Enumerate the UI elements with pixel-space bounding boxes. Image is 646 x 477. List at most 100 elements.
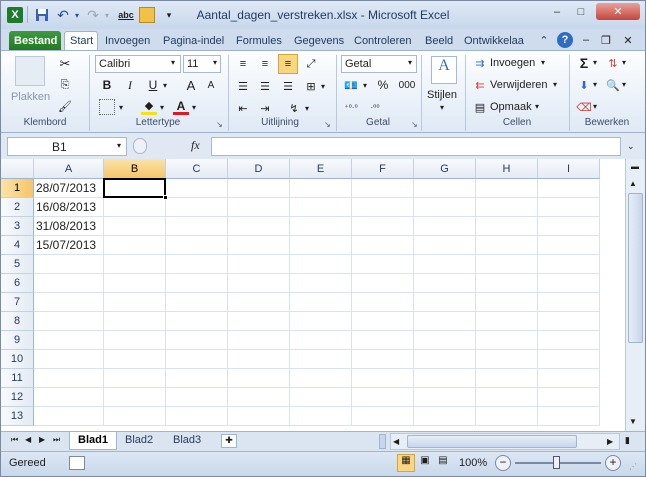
cell-b12[interactable] (104, 388, 166, 407)
cell-a3[interactable]: 31/08/2013 (34, 217, 104, 236)
cell-c12[interactable] (166, 388, 228, 407)
ribbon-collapse-icon[interactable]: ⌃ (536, 32, 552, 48)
tab-ontwikkelaars[interactable]: Ontwikkelaa (459, 31, 529, 50)
workbook-close-icon[interactable]: ✕ (620, 32, 636, 48)
row-header-3[interactable]: 3 (1, 217, 34, 236)
cell-e7[interactable] (290, 293, 352, 312)
cell-f11[interactable] (352, 369, 414, 388)
delete-cells-icon[interactable]: ⇇ (472, 77, 488, 93)
normal-view-icon[interactable]: ▦ (397, 454, 415, 472)
borders-dropdown-icon[interactable]: ▾ (119, 103, 123, 112)
cell-d2[interactable] (228, 198, 290, 217)
tab-beeld[interactable]: Beeld (420, 31, 458, 50)
name-box[interactable]: B1 (7, 137, 127, 156)
cell-f13[interactable] (352, 407, 414, 426)
cell-d4[interactable] (228, 236, 290, 255)
cell-e12[interactable] (290, 388, 352, 407)
borders-icon[interactable] (99, 99, 115, 115)
cell-h3[interactable] (476, 217, 538, 236)
merge-center-icon[interactable]: ⊞ (303, 78, 319, 94)
cell-a1[interactable]: 28/07/2013 (34, 179, 104, 198)
cell-a10[interactable] (34, 350, 104, 369)
zoom-slider-thumb[interactable] (553, 456, 560, 469)
last-sheet-icon[interactable]: ⏭ (53, 435, 60, 445)
cell-d12[interactable] (228, 388, 290, 407)
cell-g6[interactable] (414, 274, 476, 293)
autosum-dropdown-icon[interactable]: ▾ (593, 58, 597, 67)
macro-record-icon[interactable] (69, 456, 85, 470)
cell-g7[interactable] (414, 293, 476, 312)
vertical-scroll-thumb[interactable] (628, 193, 643, 343)
cell-d8[interactable] (228, 312, 290, 331)
vertical-scrollbar[interactable]: ▬ ▲ ▼ (625, 159, 645, 431)
copy-icon[interactable]: ⎘ (57, 77, 73, 93)
cell-i11[interactable] (538, 369, 600, 388)
cell-e13[interactable] (290, 407, 352, 426)
zoom-out-button[interactable]: − (495, 455, 511, 471)
expand-formula-bar-icon[interactable]: ⌄ (627, 141, 635, 152)
number-dialog-launcher-icon[interactable]: ↘ (411, 120, 418, 129)
workbook-minimize-icon[interactable]: – (578, 32, 594, 48)
row-header-10[interactable]: 10 (1, 350, 34, 369)
cell-c1[interactable] (166, 179, 228, 198)
cell-f10[interactable] (352, 350, 414, 369)
cell-c7[interactable] (166, 293, 228, 312)
cell-h6[interactable] (476, 274, 538, 293)
cell-e10[interactable] (290, 350, 352, 369)
cell-b6[interactable] (104, 274, 166, 293)
cell-e6[interactable] (290, 274, 352, 293)
format-cells-icon[interactable]: ▤ (472, 99, 488, 115)
cell-f1[interactable] (352, 179, 414, 198)
cell-e11[interactable] (290, 369, 352, 388)
number-format-select[interactable]: Getal (341, 55, 417, 73)
cell-a5[interactable] (34, 255, 104, 274)
fill-color-icon[interactable]: ◆ (141, 99, 157, 115)
tab-start[interactable]: Start (64, 31, 98, 50)
cell-c3[interactable] (166, 217, 228, 236)
tab-split-handle[interactable] (379, 434, 386, 449)
row-header-9[interactable]: 9 (1, 331, 34, 350)
sheet-tab-blad2[interactable]: Blad2 (117, 432, 161, 450)
cell-e5[interactable] (290, 255, 352, 274)
cell-i1[interactable] (538, 179, 600, 198)
cell-e1[interactable] (290, 179, 352, 198)
cell-g5[interactable] (414, 255, 476, 274)
cell-b8[interactable] (104, 312, 166, 331)
horizontal-scrollbar[interactable]: ◀ ▶ (390, 433, 620, 450)
cell-h13[interactable] (476, 407, 538, 426)
currency-icon[interactable]: 💶 (343, 77, 359, 93)
fill-dropdown-icon[interactable]: ▾ (593, 80, 597, 89)
align-center-icon[interactable]: ☰ (257, 78, 273, 94)
cell-a13[interactable] (34, 407, 104, 426)
cell-a12[interactable] (34, 388, 104, 407)
paste-icon[interactable] (15, 56, 45, 86)
cell-d1[interactable] (228, 179, 290, 198)
cell-f6[interactable] (352, 274, 414, 293)
insert-sheet-icon[interactable]: ✚ (221, 434, 237, 448)
styles-icon[interactable]: A (431, 56, 457, 84)
cell-h7[interactable] (476, 293, 538, 312)
cell-g4[interactable] (414, 236, 476, 255)
cell-a2[interactable]: 16/08/2013 (34, 198, 104, 217)
cell-a6[interactable] (34, 274, 104, 293)
find-dropdown-icon[interactable]: ▾ (622, 80, 626, 89)
zoom-level[interactable]: 100% (459, 457, 487, 469)
next-sheet-icon[interactable]: ▶ (39, 435, 45, 444)
font-size-dropdown-icon[interactable]: ▾ (213, 58, 217, 67)
tab-formules[interactable]: Formules (231, 31, 287, 50)
scroll-down-icon[interactable]: ▼ (629, 417, 637, 426)
column-header-c[interactable]: C (166, 159, 228, 179)
sheet-tab-blad3[interactable]: Blad3 (165, 432, 209, 450)
cell-c2[interactable] (166, 198, 228, 217)
column-header-f[interactable]: F (352, 159, 414, 179)
format-dropdown-icon[interactable]: ▾ (535, 102, 539, 111)
styles-dropdown-icon[interactable]: ▾ (440, 103, 444, 112)
column-header-b[interactable]: B (104, 159, 166, 179)
scroll-left-icon[interactable]: ◀ (393, 437, 399, 446)
underline-dropdown-icon[interactable]: ▾ (163, 81, 167, 90)
column-header-d[interactable]: D (228, 159, 290, 179)
merge-dropdown-icon[interactable]: ▾ (321, 82, 325, 91)
percent-button[interactable]: % (375, 77, 391, 93)
orientation-icon[interactable]: ⤢ (303, 56, 319, 72)
cell-g12[interactable] (414, 388, 476, 407)
